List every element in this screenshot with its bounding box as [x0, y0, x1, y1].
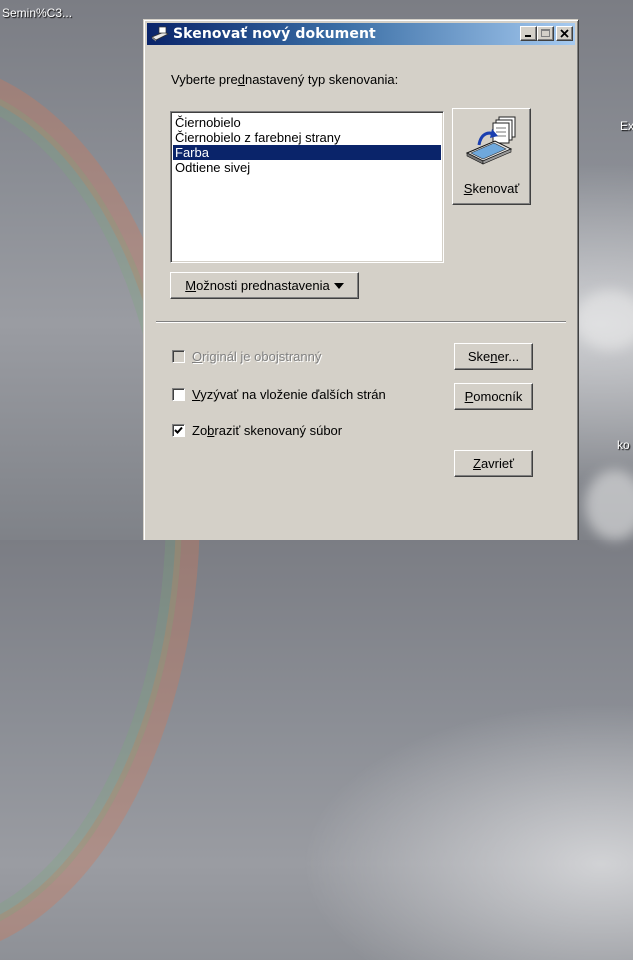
list-item-scan-type[interactable]: Čiernobielo z farebnej strany [173, 130, 441, 145]
close-label-rest: avrieť [480, 456, 514, 471]
show-scanned-file-label-rest: raziť skenovaný súbor [214, 423, 343, 438]
window-controls [518, 26, 573, 41]
scanner-icon [151, 26, 169, 42]
prompt-text: nastavený typ skenovania: [244, 72, 399, 87]
close-icon [560, 29, 569, 38]
options-access-key: M [185, 278, 197, 293]
duplex-checkbox[interactable] [172, 350, 185, 363]
scanner-button-label: Skener... [468, 349, 519, 364]
close-access-key: Z [472, 456, 481, 471]
dialog-title: Skenovať nový dokument [173, 26, 376, 42]
minimize-button[interactable] [520, 26, 537, 41]
list-item-scan-type[interactable]: Odtiene sivej [173, 160, 441, 175]
duplex-checkbox-row: Originál je obojstranný [172, 349, 321, 364]
cloud-decoration [585, 470, 633, 540]
list-item-scan-type-selected[interactable]: Farba [173, 145, 441, 160]
preset-options-button[interactable]: Možnosti prednastavenia [170, 272, 359, 299]
duplex-access-key: O [192, 349, 203, 364]
prompt-more-pages-checkbox[interactable] [172, 388, 185, 401]
scan-label-rest: kenovať [472, 181, 520, 196]
desktop-icon-label[interactable]: ko [617, 438, 630, 452]
dropdown-arrow-icon [333, 282, 344, 289]
scanner-icon [465, 116, 516, 165]
close-window-button[interactable] [556, 26, 573, 41]
separator [156, 321, 566, 323]
prompt-access-key: d [237, 72, 245, 87]
desktop-icon-label[interactable]: Ex [620, 119, 633, 133]
scanner-label-rest: er... [497, 349, 520, 364]
help-access-key: P [464, 389, 474, 404]
prompt-more-pages-access-key: V [192, 387, 201, 402]
show-scanned-file-checkbox[interactable] [172, 424, 185, 437]
show-scanned-file-label-pre: Zo [192, 423, 208, 438]
scan-type-list[interactable]: Čiernobielo Čiernobielo z farebnej stran… [170, 111, 444, 263]
duplex-label-rest: riginál je obojstranný [202, 349, 322, 364]
close-button[interactable]: Zavrieť [454, 450, 533, 477]
prompt-more-pages-label: Vyzývať na vloženie ďalších strán [192, 387, 386, 402]
help-button-label: Pomocník [465, 389, 523, 404]
prompt-more-pages-label-rest: yzývať na vloženie ďalších strán [200, 387, 386, 402]
list-item-scan-type[interactable]: Čiernobielo [173, 115, 441, 130]
show-scanned-file-row: Zobraziť skenovaný súbor [172, 423, 342, 438]
options-button-label: Možnosti prednastavenia [185, 278, 330, 293]
show-scanned-file-label: Zobraziť skenovaný súbor [192, 423, 342, 438]
prompt-more-pages-row: Vyzývať na vloženie ďalších strán [172, 387, 386, 402]
maximize-icon [541, 29, 550, 37]
scan-button[interactable]: Skenovať [452, 108, 531, 205]
minimize-icon [525, 35, 531, 37]
scan-type-prompt: Vyberte prednastavený typ skenovania: [171, 72, 398, 87]
help-label-rest: omocník [473, 389, 523, 404]
help-button[interactable]: Pomocník [454, 383, 533, 410]
maximize-button[interactable] [537, 26, 554, 41]
prompt-text: Vyberte pre [171, 72, 238, 87]
checkmark-icon [174, 426, 183, 434]
title-bar[interactable]: Skenovať nový dokument [147, 23, 575, 45]
desktop-icon-label[interactable]: Semin%C3... [2, 6, 72, 20]
close-button-label: Zavrieť [473, 456, 514, 471]
scan-button-label: Skenovať [464, 181, 519, 196]
scan-dialog: Skenovať nový dokument Vyberte prednasta… [143, 19, 579, 540]
scanner-button[interactable]: Skener... [454, 343, 533, 370]
scanner-label-pre: Ske [467, 349, 491, 364]
cloud-decoration [575, 290, 633, 350]
options-label-rest: ožnosti prednastavenia [196, 278, 330, 293]
duplex-label: Originál je obojstranný [192, 349, 321, 364]
